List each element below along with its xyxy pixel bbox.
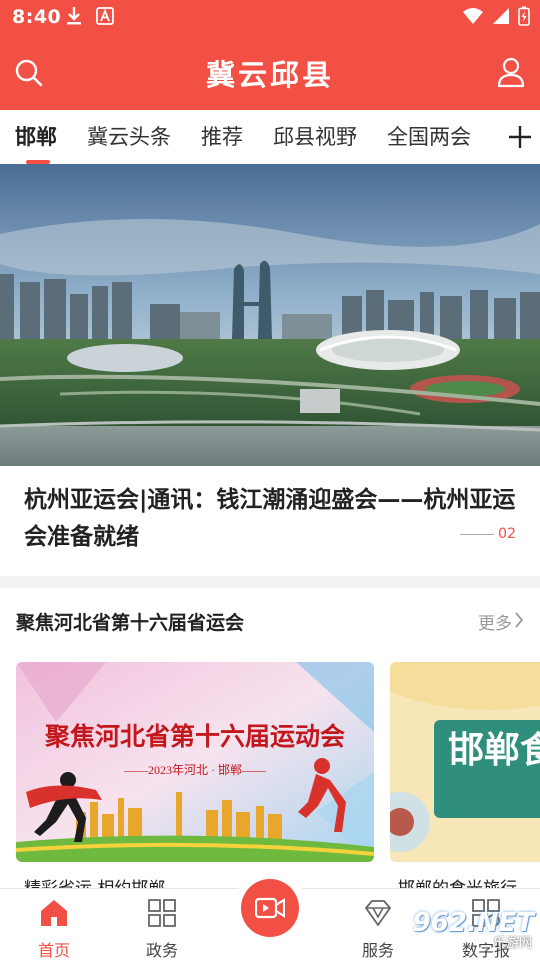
font-app-icon — [96, 7, 114, 25]
download-icon — [67, 7, 81, 25]
banner-image[interactable] — [0, 164, 540, 466]
nav-video[interactable] — [233, 871, 307, 945]
diamond-icon — [365, 900, 391, 926]
signal-icon — [493, 8, 509, 24]
watermark-subtext: 乐游网 — [492, 936, 532, 951]
battery-icon — [518, 6, 530, 26]
video-button[interactable] — [241, 879, 299, 937]
app-header: 冀云邱县 — [0, 36, 540, 110]
nav-home[interactable]: 首页 — [0, 889, 108, 960]
chevron-right-icon[interactable] — [514, 612, 524, 628]
tab-two-sessions[interactable]: 全国两会 — [372, 110, 486, 164]
topic-section: 聚焦河北省第十六届省运会 更多 聚焦河北省第十六届运动会 ——2023年河北 ·… — [0, 588, 540, 899]
channel-tab-bar: 邯郸 冀云头条 推荐 邱县视野 全国两会 — [0, 110, 540, 164]
nav-label: 服务 — [361, 941, 394, 960]
games-poster-image: 聚焦河北省第十六届运动会 ——2023年河北 · 邯郸—— — [16, 662, 374, 862]
poster-subtitle: ——2023年河北 · 邯郸—— — [123, 762, 267, 777]
nav-label: 政务 — [145, 941, 178, 960]
slide-number: 02 — [498, 526, 516, 542]
nav-government[interactable]: 政务 — [108, 889, 216, 960]
home-icon — [41, 900, 67, 926]
poster-title: 邯郸食光 — [448, 730, 540, 771]
banner-caption[interactable]: 杭州亚运会|通讯：钱江潮涌迎盛会——杭州亚运会准备就绪 02 — [0, 466, 540, 576]
section-more-link[interactable]: 更多 — [478, 609, 512, 634]
app-title: 冀云邱县 — [205, 58, 334, 92]
user-profile-icon[interactable] — [496, 56, 526, 88]
add-channel-button[interactable] — [500, 110, 540, 164]
status-notification-icons — [66, 6, 114, 26]
plus-icon — [509, 126, 531, 148]
status-bar: 8:40 — [0, 0, 540, 36]
slide-indicator-line — [460, 533, 495, 535]
slide-indicator: 02 — [460, 526, 516, 542]
tab-recommended[interactable]: 推荐 — [186, 110, 258, 164]
tab-jiyun-headlines[interactable]: 冀云头条 — [72, 110, 186, 164]
topic-card[interactable]: 邯郸食光 — [390, 662, 540, 862]
banner-city-photo — [0, 164, 540, 466]
nav-label: 首页 — [37, 941, 70, 960]
channel-tabs: 邯郸 冀云头条 推荐 邱县视野 全国两会 — [0, 110, 486, 164]
topic-card[interactable]: 聚焦河北省第十六届运动会 ——2023年河北 · 邯郸—— — [16, 662, 374, 862]
food-poster-image: 邯郸食光 — [390, 662, 540, 862]
tab-handan[interactable]: 邯郸 — [0, 110, 72, 164]
video-camera-icon — [255, 897, 285, 919]
wifi-icon — [463, 8, 483, 24]
section-title: 聚焦河北省第十六届省运会 — [16, 612, 245, 634]
status-system-icons — [462, 6, 530, 26]
status-time: 8:40 — [12, 6, 62, 28]
tab-qiuxian-view[interactable]: 邱县视野 — [258, 110, 372, 164]
poster-title: 聚焦河北省第十六届运动会 — [44, 722, 345, 751]
banner-headline: 杭州亚运会|通讯：钱江潮涌迎盛会——杭州亚运会准备就绪 — [24, 487, 516, 550]
grid-icon — [148, 899, 176, 927]
